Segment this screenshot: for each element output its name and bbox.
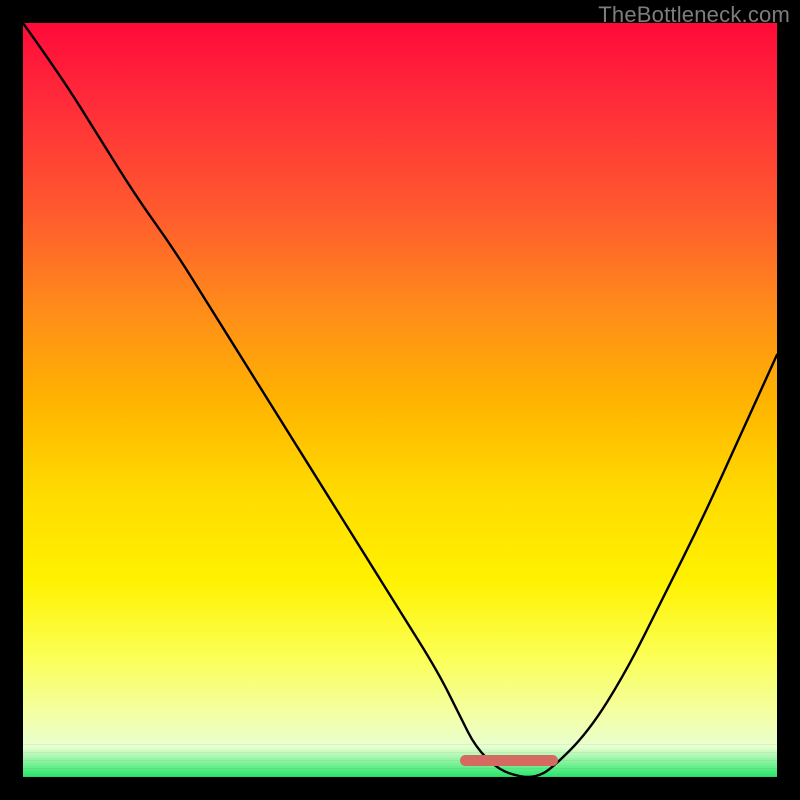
optimal-range-marker [460, 755, 558, 766]
watermark-text: TheBottleneck.com [598, 2, 790, 28]
plot-area [23, 23, 777, 777]
chart-frame: TheBottleneck.com [0, 0, 800, 800]
bottleneck-curve [23, 23, 777, 777]
